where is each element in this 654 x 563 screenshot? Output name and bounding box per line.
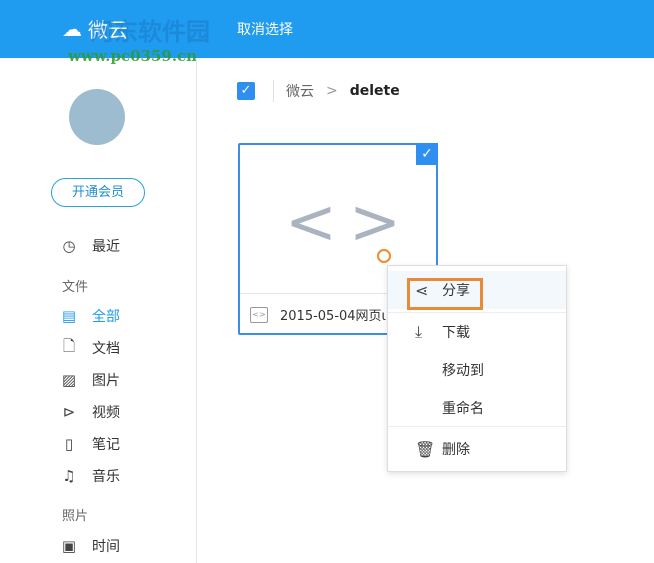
html-file-icon: <>	[250, 306, 268, 323]
section-photos: 照片	[62, 509, 89, 524]
breadcrumb-root[interactable]: 微云	[286, 81, 314, 101]
calendar-icon: ▣	[61, 537, 77, 555]
video-icon: ⊳	[62, 403, 76, 421]
select-all-checkbox[interactable]: ✓	[237, 82, 255, 100]
watermark-site: 河东软件园	[90, 18, 210, 46]
sidebar-item-images[interactable]: ▨ 图片	[60, 370, 120, 390]
document-icon: 🗋	[62, 336, 76, 355]
trash-icon: 🗑	[415, 439, 436, 459]
clock-icon: ◷	[62, 237, 76, 255]
sidebar-item-videos[interactable]: ⊳ 视频	[60, 402, 120, 422]
image-icon: ▨	[61, 371, 77, 389]
sidebar-item-documents[interactable]: 🗋 文档	[60, 336, 120, 358]
sidebar-item-music[interactable]: ♫ 音乐	[60, 466, 120, 486]
vip-button[interactable]: 开通会员	[51, 178, 145, 207]
menu-item-download[interactable]: ⤓ 下载	[388, 313, 566, 351]
code-file-icon: <>	[285, 185, 413, 258]
cancel-selection-button[interactable]: 取消选择	[237, 19, 293, 39]
download-icon: ⤓	[415, 322, 423, 341]
sidebar-item-time[interactable]: ▣ 时间	[60, 536, 120, 556]
menu-item-delete[interactable]: 🗑 删除	[388, 430, 566, 468]
breadcrumb: 微云 > delete	[273, 80, 400, 102]
avatar[interactable]	[69, 89, 125, 145]
menu-item-move-to[interactable]: 移动到	[388, 351, 566, 389]
highlight-box	[407, 278, 483, 310]
sidebar-item-recent[interactable]: ◷ 最近	[60, 236, 120, 256]
note-icon: ▯	[64, 435, 74, 453]
sidebar-item-notes[interactable]: ▯ 笔记	[60, 434, 120, 454]
menu-item-rename[interactable]: 重命名	[388, 389, 566, 427]
breadcrumb-current: delete	[349, 83, 400, 99]
file-name: 2015-05-04网页ι	[280, 309, 386, 324]
breadcrumb-separator: >	[326, 83, 338, 99]
context-menu: ⋖ 分享 ⤓ 下载 移动到 重命名 🗑 删除	[387, 265, 567, 472]
cursor-marker	[377, 249, 391, 263]
divider	[388, 426, 566, 427]
section-files: 文件	[62, 280, 89, 295]
list-icon: ▤	[61, 307, 77, 325]
cloud-icon: ☁	[62, 16, 82, 41]
file-checkbox[interactable]: ✓	[416, 143, 438, 165]
music-icon: ♫	[62, 467, 76, 485]
menu-item-share[interactable]: ⋖ 分享	[388, 271, 566, 310]
sidebar-item-all[interactable]: ▤ 全部	[60, 306, 120, 326]
